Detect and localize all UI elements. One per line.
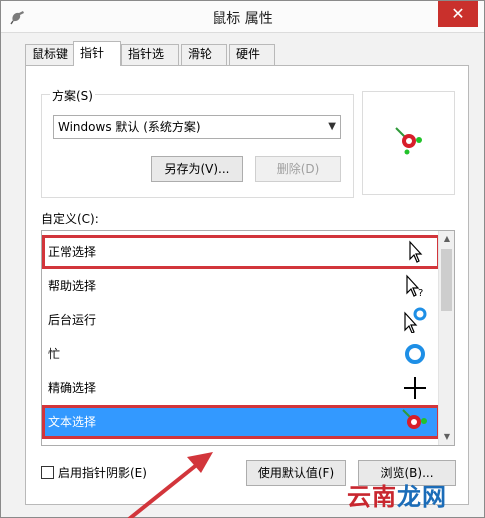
list-item-busy[interactable]: 忙 <box>42 337 440 371</box>
close-button[interactable]: ✕ <box>438 1 478 27</box>
crosshair-cursor-icon <box>404 377 426 399</box>
cursor-preview <box>362 91 455 195</box>
chevron-down-icon: ▼ <box>328 121 336 132</box>
tab-wheel[interactable]: 滑轮 <box>181 44 227 65</box>
delete-button[interactable]: 删除(D) <box>255 156 341 182</box>
busy-ring-cursor-icon <box>405 344 425 364</box>
list-item-working-background[interactable]: 后台运行 <box>42 303 440 337</box>
custom-label: 自定义(C): <box>41 212 99 226</box>
window-title: 鼠标 属性 <box>212 11 273 27</box>
tab-buttons[interactable]: 鼠标键 <box>25 44 75 65</box>
shadow-checkbox-label: 启用指针阴影(E) <box>58 466 147 480</box>
use-default-button[interactable]: 使用默认值(F) <box>246 460 346 486</box>
svg-text:?: ? <box>418 288 423 299</box>
tab-hardware[interactable]: 硬件 <box>229 44 275 65</box>
scheme-select[interactable]: Windows 默认 (系统方案) ▼ <box>53 115 341 139</box>
cursor-list[interactable]: 正常选择 帮助选择 ? 后台运行 忙 精确选择 文本选择 ▲ ▼ <box>41 230 455 446</box>
tab-pointers[interactable]: 指针 <box>73 41 121 66</box>
busy-background-cursor-icon <box>404 307 427 333</box>
watermark: 云南龙网 <box>347 482 447 511</box>
shadow-checkbox[interactable] <box>41 466 54 479</box>
list-item-normal-select[interactable]: 正常选择 <box>42 235 440 269</box>
arrow-cursor-icon <box>409 240 423 263</box>
list-item-text-select[interactable]: 文本选择 <box>42 405 440 439</box>
shadow-option[interactable]: 启用指针阴影(E) <box>41 464 147 481</box>
scroll-up-arrow-icon[interactable]: ▲ <box>439 231 454 247</box>
help-cursor-icon: ? <box>406 274 423 299</box>
scheme-group-label: 方案(S) <box>50 87 95 104</box>
mouse-properties-window: 鼠标 属性 ✕ 鼠标键 指针 指针选项 滑轮 硬件 方案(S) Windows … <box>0 0 485 518</box>
close-icon: ✕ <box>451 4 465 23</box>
pointers-panel: 方案(S) Windows 默认 (系统方案) ▼ 另存为(V)... 删除(D… <box>25 65 469 505</box>
list-item-precision-select[interactable]: 精确选择 <box>42 371 440 405</box>
list-scrollbar[interactable]: ▲ ▼ <box>438 231 454 445</box>
save-as-button[interactable]: 另存为(V)... <box>151 156 243 182</box>
list-item-help-select[interactable]: 帮助选择 ? <box>42 269 440 303</box>
title-bar: 鼠标 属性 ✕ <box>1 1 484 33</box>
scheme-select-value: Windows 默认 (系统方案) <box>58 120 201 134</box>
custom-text-cursor-icon <box>402 409 427 429</box>
tab-pointer-options[interactable]: 指针选项 <box>121 44 179 80</box>
scroll-down-arrow-icon[interactable]: ▼ <box>439 429 454 445</box>
custom-cursor-preview-icon <box>395 127 422 155</box>
scheme-group: 方案(S) Windows 默认 (系统方案) ▼ 另存为(V)... 删除(D… <box>41 87 354 198</box>
scroll-thumb[interactable] <box>441 249 452 311</box>
